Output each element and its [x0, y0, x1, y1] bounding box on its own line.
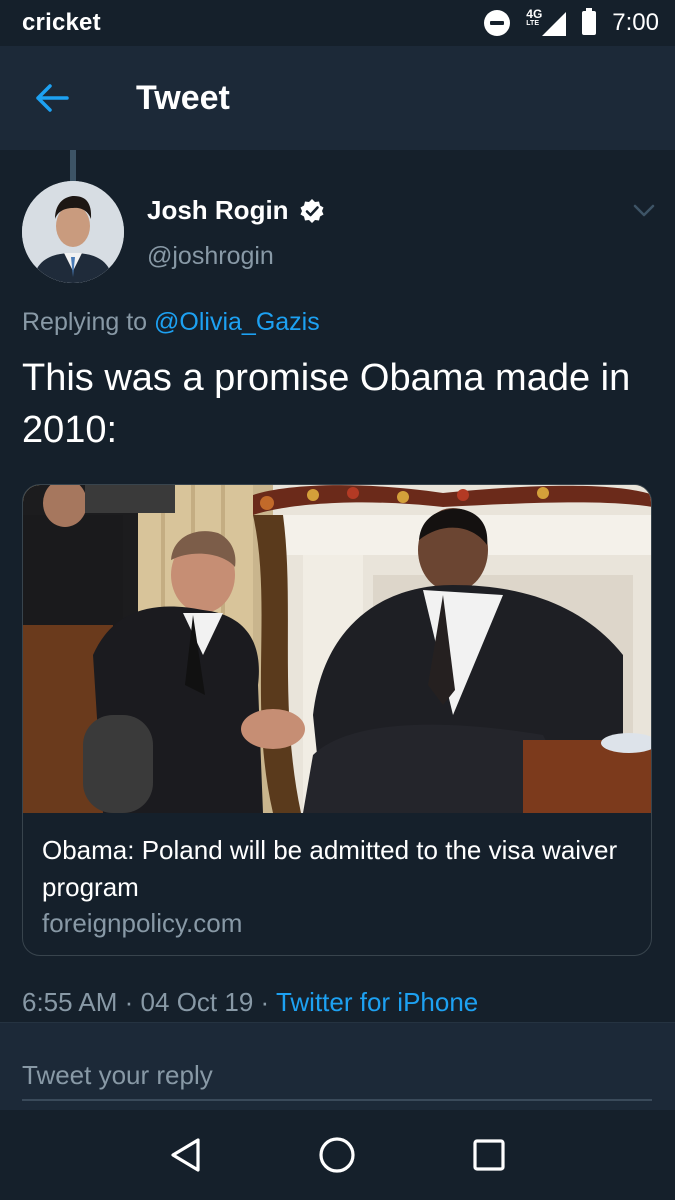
card-title: Obama: Poland will be admitted to the vi… — [42, 835, 618, 902]
network-sub-label: LTE — [526, 20, 539, 27]
tweet-date: 04 Oct 19 — [140, 987, 254, 1017]
avatar[interactable] — [22, 181, 124, 283]
nav-recents-button[interactable] — [459, 1125, 519, 1185]
network-label: 4G — [526, 7, 543, 21]
meta-separator: · — [124, 987, 134, 1017]
tweet-text: This was a promise Obama made in 2010: — [22, 357, 631, 451]
square-recents-icon — [473, 1139, 505, 1171]
nav-home-button[interactable] — [307, 1125, 367, 1185]
status-clock: 7:00 — [612, 9, 659, 36]
replying-to-line: Replying to @Olivia_Gazis — [22, 308, 320, 337]
thread-connector — [70, 150, 76, 182]
tweet-meta: 6:55 AM · 04 Oct 19 · Twitter for iPhone — [22, 987, 478, 1018]
status-bar: cricket 4G LTE 7:00 — [0, 0, 675, 46]
system-nav-bar — [0, 1110, 675, 1200]
reply-bar — [0, 1022, 675, 1110]
carrier-label: cricket — [22, 9, 101, 36]
link-card[interactable]: Obama: Poland will be admitted to the vi… — [22, 484, 652, 956]
tweet-time: 6:55 AM — [22, 987, 118, 1017]
triangle-back-icon — [171, 1138, 200, 1172]
circle-home-icon — [319, 1137, 356, 1173]
meta-separator: · — [260, 987, 270, 1017]
reply-input[interactable] — [22, 1051, 652, 1101]
author-name-row[interactable]: Josh Rogin — [147, 195, 325, 226]
replying-to-prefix: Replying to — [22, 308, 148, 336]
app-header: Tweet — [0, 46, 675, 150]
arrow-left-icon — [36, 84, 69, 112]
back-button[interactable] — [0, 46, 104, 150]
author-handle[interactable]: @joshrogin — [147, 242, 274, 271]
author-name[interactable]: Josh Rogin — [147, 195, 289, 226]
do-not-disturb-icon — [484, 10, 511, 36]
battery-icon — [582, 8, 597, 35]
nav-back-button[interactable] — [156, 1125, 216, 1185]
card-domain: foreignpolicy.com — [42, 908, 243, 938]
tweet-source-link[interactable]: Twitter for iPhone — [276, 987, 478, 1017]
page-title: Tweet — [136, 78, 230, 117]
replying-to-mention[interactable]: @Olivia_Gazis — [154, 308, 320, 336]
verified-badge-icon — [300, 198, 324, 223]
chevron-down-icon[interactable] — [630, 196, 658, 224]
card-image — [23, 485, 651, 813]
signal-icon: 4G LTE — [526, 7, 567, 36]
avatar-image — [22, 181, 124, 283]
status-icons: 4G LTE 7:00 — [484, 7, 659, 37]
